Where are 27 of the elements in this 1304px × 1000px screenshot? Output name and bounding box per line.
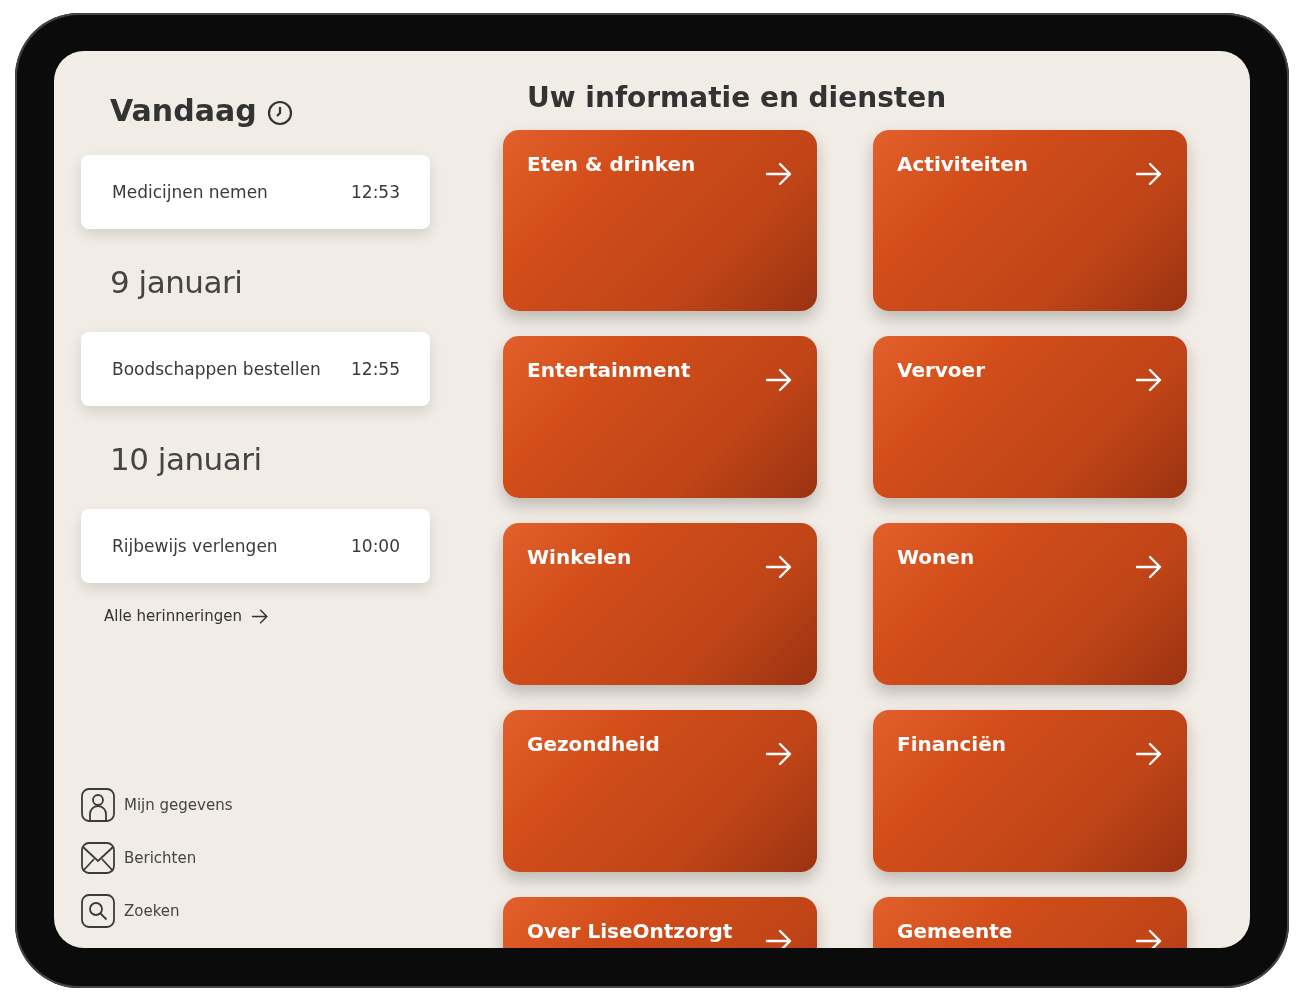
reminder-card[interactable]: Boodschappen bestellen 12:55 bbox=[81, 332, 430, 406]
reminder-card[interactable]: Medicijnen nemen 12:53 bbox=[81, 155, 430, 229]
nav-link[interactable]: Berichten bbox=[81, 841, 197, 875]
reminder-time: 12:53 bbox=[351, 182, 400, 202]
service-tile[interactable]: Eten & drinken bbox=[503, 130, 817, 311]
service-tile[interactable]: Winkelen bbox=[503, 523, 817, 685]
reminder-time: 12:55 bbox=[351, 359, 400, 379]
service-tile[interactable]: Vervoer bbox=[873, 336, 1187, 498]
service-tile[interactable]: Over LiseOntzorgt bbox=[503, 897, 817, 948]
service-tile[interactable]: Wonen bbox=[873, 523, 1187, 685]
date-heading: 10 januari bbox=[110, 440, 263, 479]
date-heading: 9 januari bbox=[110, 263, 244, 302]
reminder-title: Medicijnen nemen bbox=[112, 182, 268, 202]
service-tile[interactable]: Activiteiten bbox=[873, 130, 1187, 311]
section-title: Vandaag bbox=[110, 92, 257, 128]
service-tile[interactable]: Gemeente bbox=[873, 897, 1187, 948]
all-reminders-link[interactable]: Alle herinneringen bbox=[104, 607, 269, 625]
reminder-title: Rijbewijs verlengen bbox=[112, 536, 278, 556]
service-tile[interactable]: Gezondheid bbox=[503, 710, 817, 872]
reminder-card[interactable]: Rijbewijs verlengen 10:00 bbox=[81, 509, 430, 583]
reminder-time: 10:00 bbox=[351, 536, 400, 556]
reminder-title: Boodschappen bestellen bbox=[112, 359, 321, 379]
nav-link[interactable]: Zoeken bbox=[81, 894, 180, 928]
service-tile[interactable]: Entertainment bbox=[503, 336, 817, 498]
section-title: Uw informatie en diensten bbox=[527, 81, 948, 114]
nav-link[interactable]: Mijn gegevens bbox=[81, 788, 233, 822]
service-tile[interactable]: Financiën bbox=[873, 710, 1187, 872]
